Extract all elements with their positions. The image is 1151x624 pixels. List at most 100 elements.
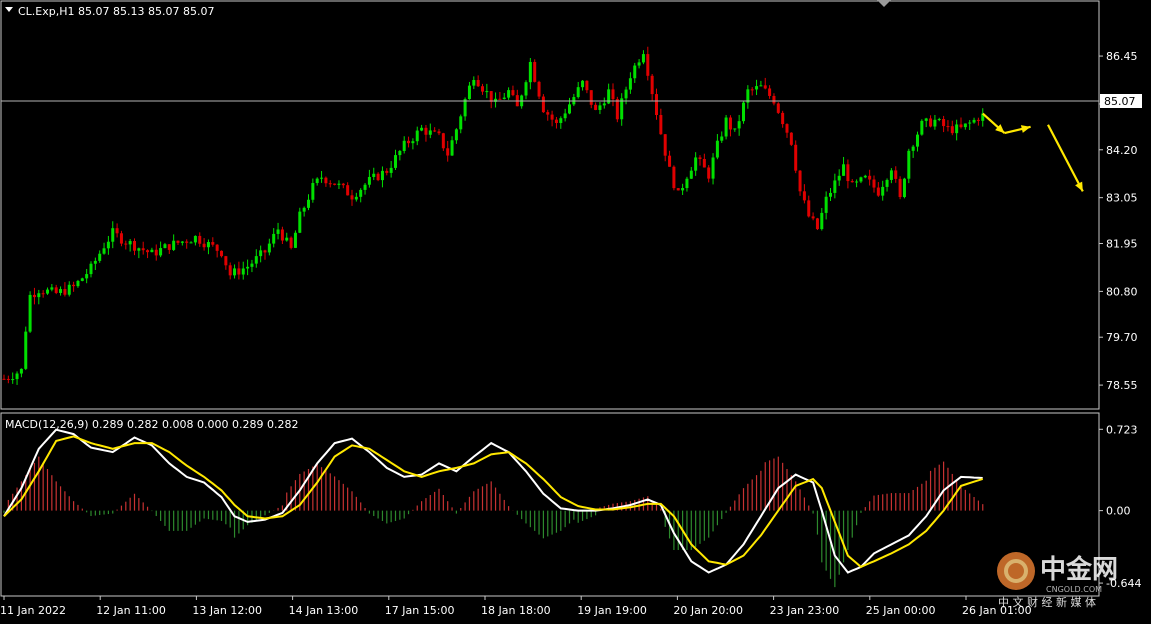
candle-body <box>637 62 641 66</box>
candle-body <box>298 211 302 233</box>
candle-body <box>241 268 245 275</box>
candle-body <box>528 61 532 83</box>
candle-body <box>337 183 341 185</box>
candle-body <box>63 289 67 295</box>
candle-body <box>685 178 689 189</box>
candle-body <box>320 177 324 179</box>
scroll-marker[interactable] <box>877 0 891 7</box>
candle-body <box>763 85 767 89</box>
price-tick-label: 81.95 <box>1106 237 1138 250</box>
candle-body <box>789 132 793 145</box>
candle-body <box>833 180 837 193</box>
candle-body <box>228 265 232 276</box>
candle-body <box>76 280 80 287</box>
candle-body <box>211 242 215 245</box>
candle-body <box>115 228 119 234</box>
candle-body <box>350 195 354 200</box>
candle-body <box>433 130 437 132</box>
candle-body <box>389 167 393 173</box>
menu-triangle-icon[interactable] <box>5 7 13 12</box>
candle-body <box>28 294 32 332</box>
candle-body <box>485 91 489 93</box>
candles-layer <box>2 46 985 385</box>
candle-body <box>711 157 715 179</box>
candle-body <box>768 88 772 96</box>
candle-body <box>815 218 819 230</box>
candle-body <box>611 89 615 100</box>
candle-body <box>502 97 506 100</box>
candle-body <box>424 127 428 135</box>
candle-body <box>2 378 6 380</box>
candle-body <box>346 185 350 196</box>
candle-body <box>367 176 371 185</box>
candle-body <box>428 130 432 135</box>
candle-body <box>446 148 450 156</box>
candle-body <box>694 157 698 171</box>
candle-body <box>46 289 49 294</box>
candle-body <box>894 170 898 179</box>
candle-body <box>19 368 23 374</box>
candle-body <box>641 54 645 63</box>
candle-body <box>37 293 41 298</box>
candle-body <box>598 105 602 110</box>
candle-body <box>581 80 585 88</box>
candle-body <box>898 178 902 198</box>
candle-body <box>376 173 380 181</box>
candle-body <box>272 233 276 244</box>
candle-body <box>846 164 850 182</box>
candle-body <box>798 170 802 192</box>
axis-ticks-layer: 86.4585.3084.2083.0581.9580.8079.7078.55… <box>0 50 1141 617</box>
candle-body <box>215 244 219 251</box>
candle-body <box>742 102 745 122</box>
candle-body <box>354 196 358 200</box>
candle-body <box>111 228 115 242</box>
candle-body <box>259 250 263 257</box>
candle-body <box>476 80 480 87</box>
candle-body <box>933 119 937 127</box>
candle-body <box>315 178 319 184</box>
candle-body <box>737 121 741 129</box>
candle-body <box>172 240 176 250</box>
candle-body <box>689 170 693 179</box>
candle-body <box>807 200 811 217</box>
candle-body <box>85 274 89 279</box>
candle-body <box>541 96 545 113</box>
candle-body <box>441 133 445 149</box>
candle-body <box>489 91 493 102</box>
time-tick-label: 11 Jan 2022 <box>0 604 66 617</box>
candle-body <box>755 86 759 90</box>
candle-body <box>106 241 110 249</box>
candle-body <box>80 278 84 281</box>
candle-body <box>185 241 189 243</box>
candle-body <box>946 126 950 128</box>
forecast-arrow-shaft <box>1047 124 1084 192</box>
watermark: 中金网 CNGOLD.COM 中 文 财 经 新 媒 体 <box>997 552 1118 609</box>
candle-body <box>720 136 724 141</box>
candle-body <box>633 65 637 79</box>
candle-body <box>707 167 711 179</box>
time-tick-label: 14 Jan 13:00 <box>289 604 359 617</box>
candle-body <box>876 187 880 196</box>
candle-body <box>137 248 141 251</box>
candle-body <box>829 192 832 197</box>
candle-body <box>794 144 798 171</box>
candle-body <box>628 78 632 90</box>
candle-body <box>407 140 411 144</box>
candle-body <box>163 244 167 249</box>
price-tick-label: 83.05 <box>1106 192 1138 205</box>
candle-body <box>715 140 719 158</box>
symbol-header: CL.Exp,H1 85.07 85.13 85.07 85.07 <box>18 5 214 18</box>
time-tick-label: 17 Jan 15:00 <box>385 604 455 617</box>
candle-body <box>972 119 976 123</box>
candle-body <box>568 104 571 114</box>
candle-body <box>681 188 685 191</box>
candle-body <box>650 75 654 95</box>
candle-body <box>324 177 328 184</box>
candle-body <box>11 379 15 381</box>
candle-body <box>885 179 889 187</box>
candle-body <box>524 82 528 96</box>
candle-body <box>167 244 171 250</box>
candle-body <box>594 104 598 110</box>
candle-body <box>54 287 58 293</box>
price-tick-label: 86.45 <box>1106 50 1138 63</box>
